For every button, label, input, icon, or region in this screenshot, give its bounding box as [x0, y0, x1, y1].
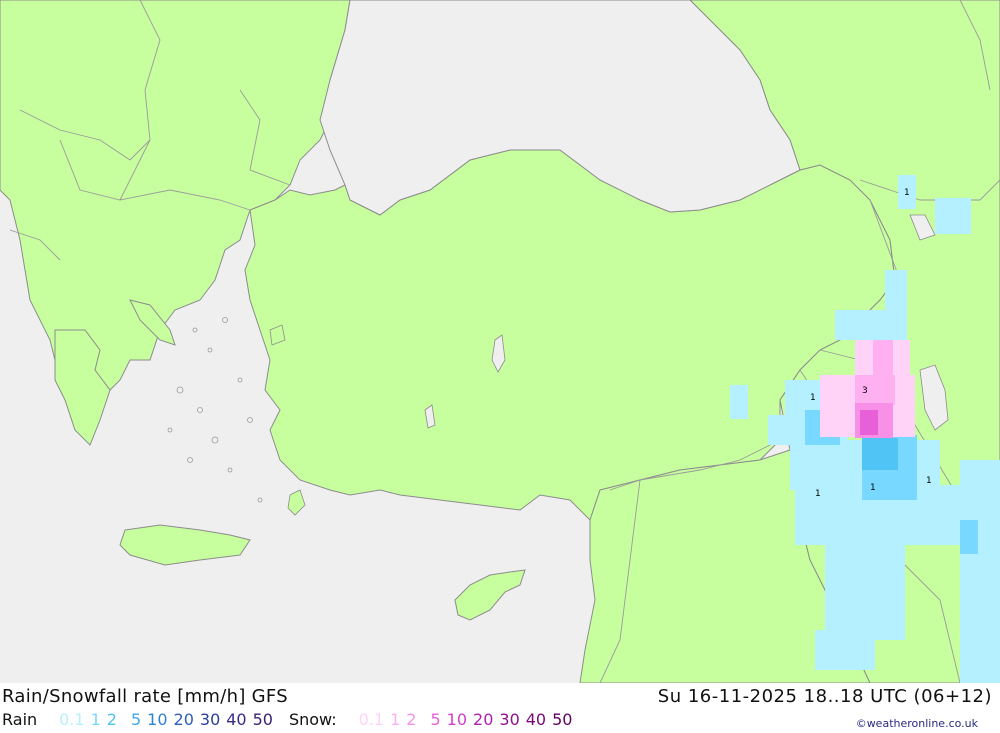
precipitation-map: 1 3 1 1 1 1	[0, 0, 1000, 683]
rain-legend-label: Rain	[2, 710, 38, 729]
rain-level-10: 10	[147, 710, 168, 729]
legend: Rain 0.1 1 2 5 10 20 30 40 50 Snow: 0.1 1 2 5 10 20 30…	[2, 710, 578, 729]
rain-level-1: 1	[90, 710, 101, 729]
rain-level-50: 50	[252, 710, 273, 729]
rain-level-0.1: 0.1	[59, 710, 85, 729]
forecast-datetime: Su 16-11-2025 18..18 UTC (06+12)	[657, 686, 992, 707]
snow-level-1: 1	[390, 710, 401, 729]
rain-level-30: 30	[199, 710, 221, 729]
rain-level-40: 40	[226, 710, 247, 729]
cell-label: 1	[870, 483, 876, 493]
rain-level-2: 2	[106, 710, 117, 729]
cell-label: 1	[926, 476, 932, 486]
snow-level-20: 20	[473, 710, 494, 729]
map-title: Rain/Snowfall rate [mm/h] GFS	[2, 686, 288, 707]
cell-label: 1	[904, 188, 910, 198]
snow-level-10: 10	[446, 710, 468, 729]
rain-legend-levels: 0.1 1 2 5 10 20 30 40 50	[51, 710, 279, 729]
cell-label: 1	[815, 489, 821, 499]
map-footer: Rain/Snowfall rate [mm/h] GFS Su 16-11-2…	[0, 683, 1000, 733]
cell-label: 1	[810, 393, 816, 403]
cell-label: 3	[862, 386, 868, 396]
rain-level-5: 5	[130, 710, 142, 729]
snow-level-0.1: 0.1	[358, 710, 385, 729]
snow-level-2: 2	[406, 710, 417, 729]
snow-level-40: 40	[525, 710, 547, 729]
snow-level-50: 50	[552, 710, 573, 729]
snow-legend-levels: 0.1 1 2 5 10 20 30 40 50	[351, 710, 579, 729]
snow-legend-label: Snow:	[288, 710, 337, 729]
snow-level-5: 5	[430, 710, 441, 729]
snow-level-30: 30	[499, 710, 520, 729]
rain-level-20: 20	[173, 710, 194, 729]
source-credit[interactable]: ©weatheronline.co.uk	[856, 717, 978, 730]
